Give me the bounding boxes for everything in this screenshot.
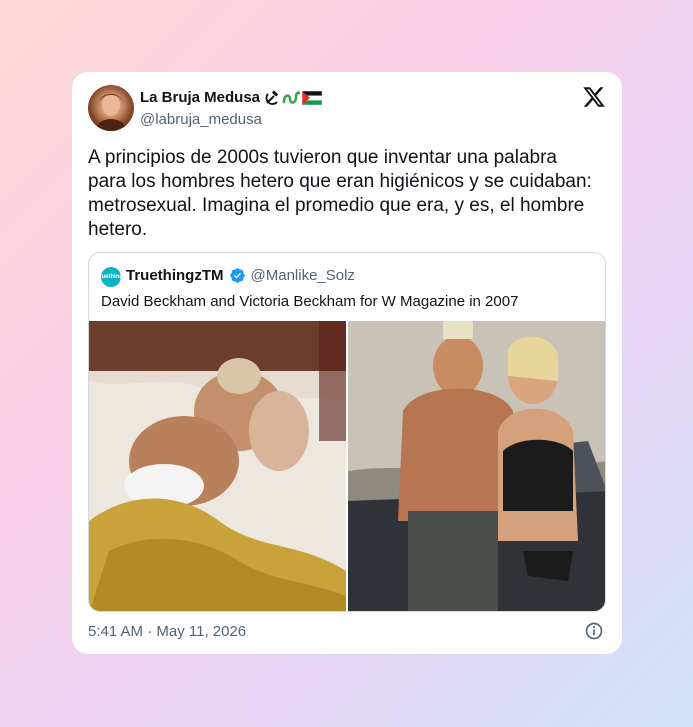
x-logo-icon[interactable]	[582, 85, 606, 109]
quoted-name-row[interactable]: TruethingzTM @Manlike_Solz	[126, 267, 355, 284]
tweet-card: La Bruja Medusa @labruja_medusa A princi…	[72, 72, 622, 654]
hammer-sickle-icon	[265, 89, 279, 105]
tweet-text: A principios de 2000s tuvieron que inven…	[88, 147, 592, 240]
quoted-avatar[interactable]: Truethingz	[96, 267, 126, 287]
author-name-row[interactable]: La Bruja Medusa	[140, 89, 323, 106]
info-icon[interactable]	[584, 621, 604, 641]
snake-icon	[282, 90, 301, 104]
author-name[interactable]: La Bruja Medusa	[140, 89, 260, 106]
quoted-image-bed[interactable]	[89, 321, 346, 611]
name-emoji-group	[264, 89, 323, 106]
quoted-image-car[interactable]	[348, 321, 605, 611]
author-avatar[interactable]	[88, 85, 134, 131]
verified-badge-icon	[229, 268, 245, 283]
quoted-tweet[interactable]: Truethingz TruethingzTM @Manlike_Solz Da…	[88, 252, 606, 612]
quoted-author-name[interactable]: TruethingzTM	[126, 267, 224, 284]
quoted-text: David Beckham and Victoria Beckham for W…	[101, 293, 519, 310]
palestine-flag-icon	[302, 90, 323, 105]
author-handle[interactable]: @labruja_medusa	[140, 111, 262, 128]
quoted-author-handle[interactable]: @Manlike_Solz	[251, 267, 355, 284]
tweet-timestamp[interactable]: 5:41 AM · May 11, 2026	[88, 623, 246, 640]
